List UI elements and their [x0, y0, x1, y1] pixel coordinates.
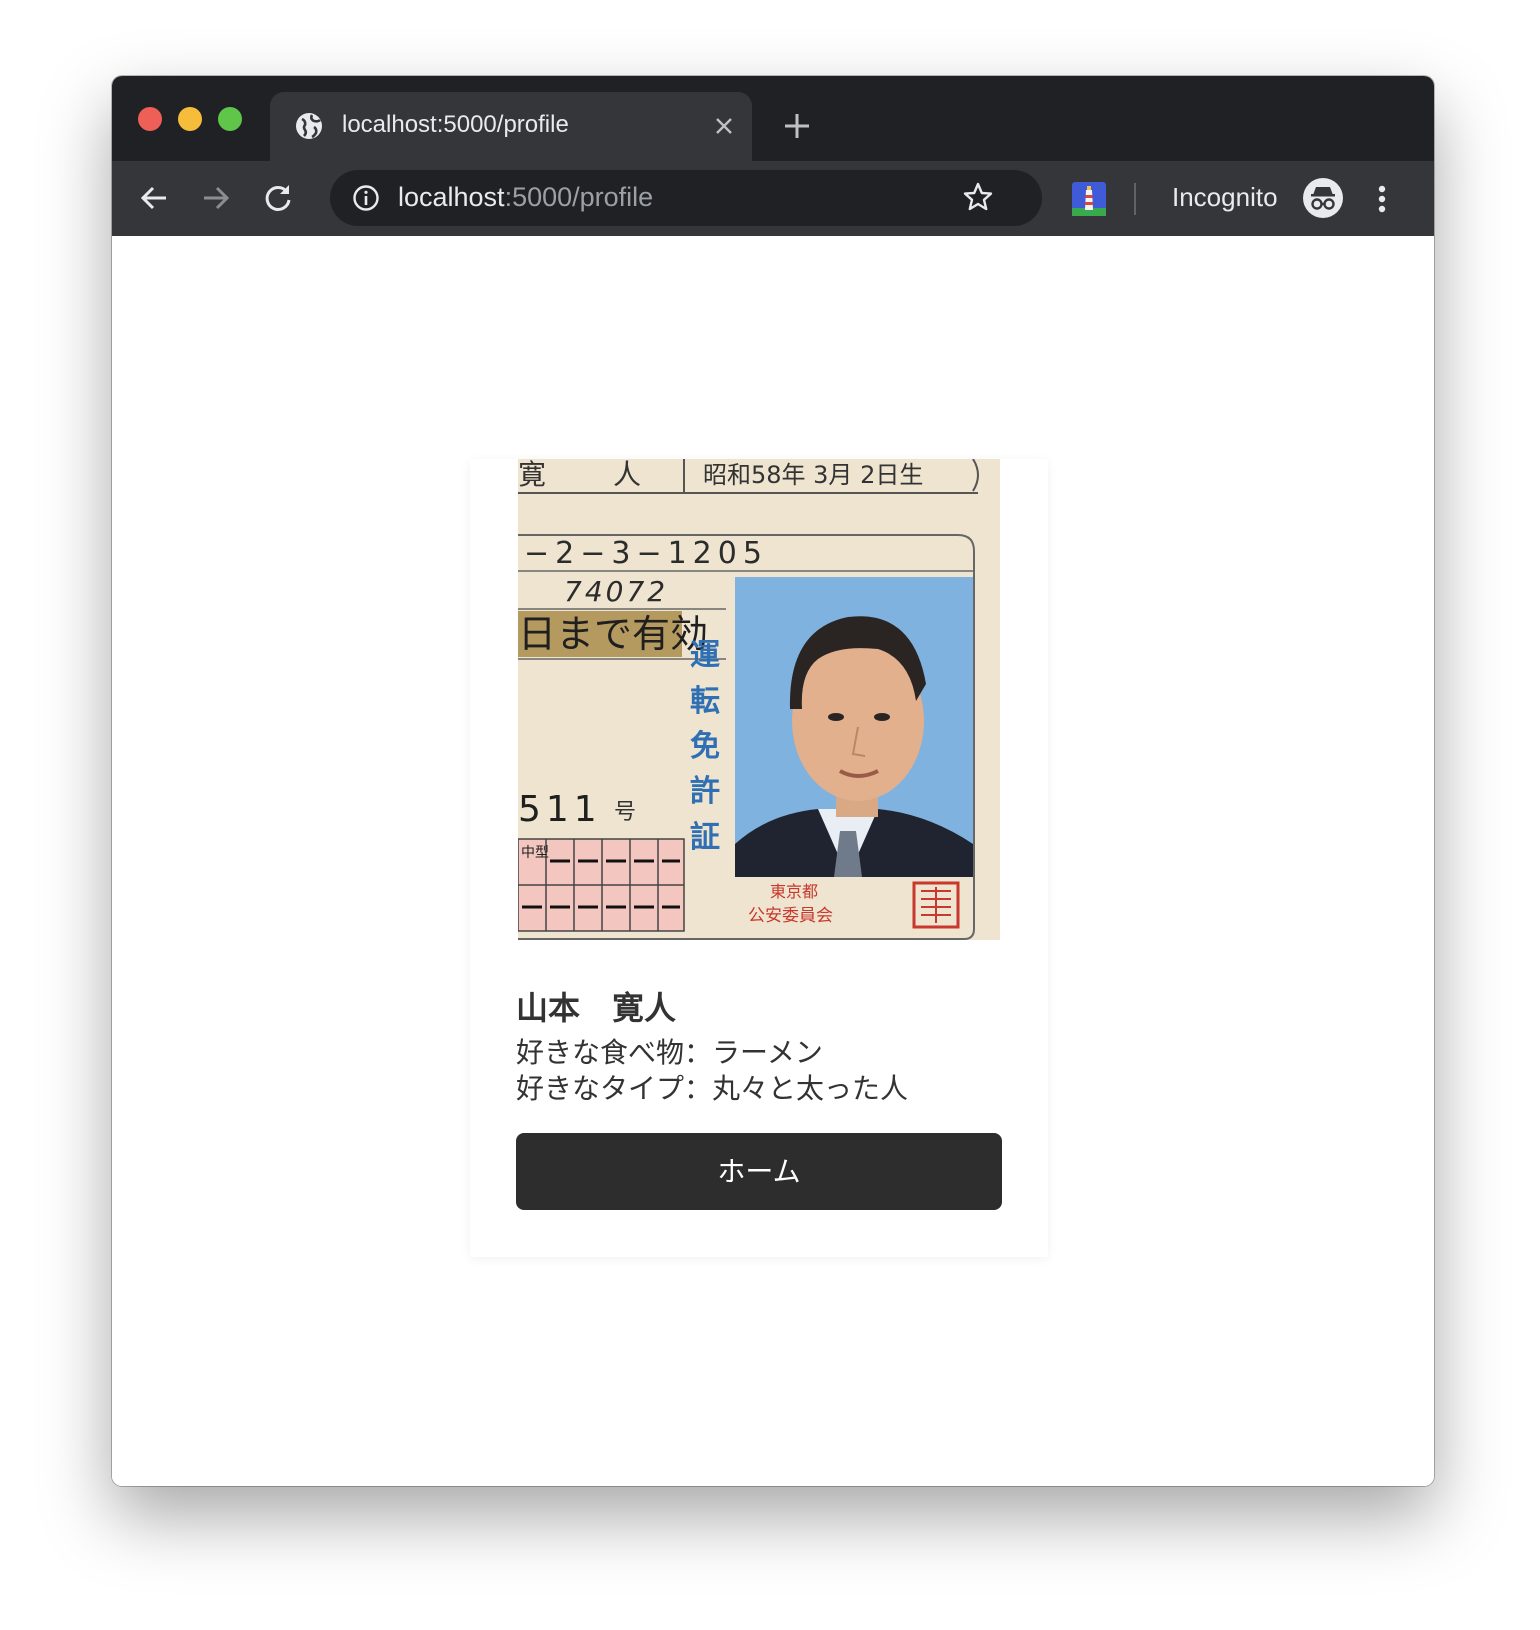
home-button[interactable]: ホーム	[516, 1133, 1002, 1210]
reload-icon[interactable]	[260, 180, 296, 216]
license-title-char-4: 許	[690, 774, 720, 809]
license-title-char-5: 証	[690, 820, 720, 855]
license-name-fragment-2: 人	[613, 459, 641, 491]
maximize-window-button[interactable]	[218, 107, 242, 131]
back-arrow-icon[interactable]	[136, 180, 172, 216]
favorite-food: 好きな食べ物：ラーメン	[516, 1036, 823, 1069]
license-issuer-line-2: 公安委員会	[748, 906, 833, 926]
license-issuer-line-1: 東京都	[770, 882, 818, 901]
site-info-icon[interactable]	[352, 184, 380, 212]
profile-details: 好きな食べ物：ラーメン 好きなタイプ：丸々と太った人	[516, 1035, 908, 1107]
incognito-label: Incognito	[1172, 182, 1278, 212]
license-address: −2−3−1205	[524, 536, 768, 571]
favorite-type: 好きなタイプ：丸々と太った人	[516, 1072, 909, 1105]
url-path: :5000/profile	[504, 182, 654, 212]
globe-icon	[296, 113, 322, 139]
url-host: localhost	[398, 182, 505, 212]
bookmark-star-icon[interactable]	[962, 181, 994, 213]
url-text: localhost:5000/profile	[398, 182, 653, 213]
forward-arrow-icon[interactable]	[198, 180, 234, 216]
license-number-suffix: 号	[614, 800, 636, 825]
license-photo: 寛 人 昭和58年 3月 2日生 −2−3−1205 74072 日まで有効 運…	[518, 459, 1000, 940]
new-tab-icon[interactable]	[782, 111, 812, 141]
tab-title: localhost:5000/profile	[342, 111, 569, 138]
license-birthdate: 昭和58年 3月 2日生	[703, 461, 923, 489]
close-window-button[interactable]	[138, 107, 162, 131]
page-viewport: 寛 人 昭和58年 3月 2日生 −2−3−1205 74072 日まで有効 運…	[112, 236, 1434, 1486]
tab-strip: localhost:5000/profile	[112, 76, 1434, 161]
profile-card: 寛 人 昭和58年 3月 2日生 −2−3−1205 74072 日まで有効 運…	[470, 459, 1048, 1257]
toolbar-divider	[1134, 183, 1136, 215]
lighthouse-extension-icon[interactable]	[1072, 182, 1106, 216]
address-bar[interactable]: localhost:5000/profile	[330, 170, 1042, 226]
drivers-license-image: 寛 人 昭和58年 3月 2日生 −2−3−1205 74072 日まで有効 運…	[518, 459, 1000, 940]
close-tab-icon[interactable]	[712, 114, 736, 138]
more-menu-icon[interactable]	[1374, 181, 1390, 217]
license-title-char-1: 運	[690, 638, 720, 673]
profile-name: 山本 寛人	[516, 989, 677, 1027]
license-title-char-2: 転	[690, 684, 720, 719]
license-class-label: 中型	[521, 845, 549, 861]
minimize-window-button[interactable]	[178, 107, 202, 131]
license-number: 511	[518, 789, 602, 830]
license-issue-number: 74072	[564, 575, 668, 608]
browser-window: localhost:5000/profile localhost:5000/pr…	[112, 76, 1434, 1486]
browser-toolbar: localhost:5000/profile Incognito	[112, 161, 1434, 236]
license-valid-until: 日まで有効	[518, 612, 708, 656]
license-name-fragment-1: 寛	[518, 459, 546, 491]
incognito-icon[interactable]	[1302, 177, 1344, 219]
license-title-char-3: 免	[690, 729, 720, 764]
active-tab[interactable]: localhost:5000/profile	[270, 92, 752, 161]
